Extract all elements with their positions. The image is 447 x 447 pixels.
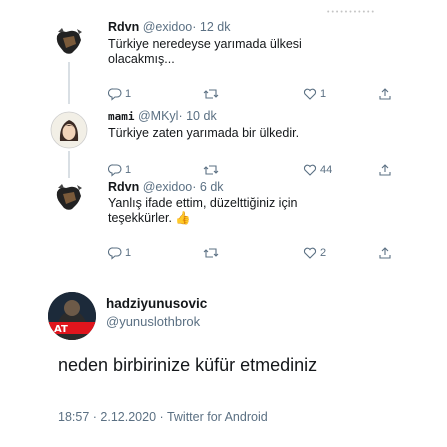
like-button[interactable]: 2 (303, 246, 326, 260)
tweet-time[interactable]: 12 dk (200, 20, 231, 34)
author-handle[interactable]: @exidoo (143, 180, 193, 194)
author-name[interactable]: mami (108, 110, 135, 123)
like-button[interactable]: 1 (303, 87, 326, 101)
tweet-text: Yanlış ifade ettim, düzelttiğiniz için t… (108, 196, 298, 225)
share-icon (379, 164, 391, 176)
tweet-actions: 1 2 (108, 246, 398, 264)
avatar[interactable] (50, 178, 88, 216)
main-tweet-text: neden birbirinize küfür etmediniz (58, 355, 318, 375)
like-button[interactable]: 44 (303, 163, 332, 177)
author-handle[interactable]: @MKyl (138, 109, 178, 123)
avatar[interactable] (50, 111, 88, 149)
author-name[interactable]: Rdvn (108, 20, 139, 34)
main-tweet-author: AT hadziyunusovic @yunuslothbrok (48, 292, 408, 340)
avatar[interactable]: AT (48, 292, 96, 340)
retweet-button[interactable] (203, 87, 222, 101)
share-button[interactable] (378, 87, 392, 101)
thread-line (68, 62, 70, 104)
tweet-header: mami @MKyl· 10 dk (108, 109, 217, 123)
like-count: 44 (320, 164, 333, 176)
retweet-icon (203, 248, 219, 258)
reply-tweet[interactable]: Rdvn @exidoo· 12 dk Türkiye neredeyse ya… (48, 12, 428, 104)
tweet-timestamp: 18:57 · 2.12.2020 · Twitter for Android (58, 410, 268, 424)
reply-button[interactable]: 1 (108, 87, 131, 101)
tweet-header: Rdvn @exidoo· 12 dk (108, 20, 231, 34)
reply-count: 1 (125, 88, 132, 100)
author-name[interactable]: hadziyunusovic (106, 296, 207, 311)
tweet-text: Türkiye zaten yarımada bir ülkedir. (108, 126, 300, 140)
tweet-header: Rdvn @exidoo· 6 dk (108, 180, 224, 194)
like-count: 2 (320, 247, 327, 259)
tweet-text: Türkiye neredeyse yarımada ülkesi olacak… (108, 37, 302, 66)
author-handle[interactable]: @exidoo (143, 20, 193, 34)
reply-thread: Rdvn @exidoo· 12 dk Türkiye neredeyse ya… (48, 12, 428, 300)
heart-icon (303, 247, 317, 259)
heart-icon (303, 88, 317, 100)
like-count: 1 (320, 88, 327, 100)
heart-icon (303, 164, 317, 176)
share-button[interactable] (378, 163, 392, 177)
tweet-time[interactable]: 18:57 (58, 410, 89, 424)
tweet-time[interactable]: 10 dk (186, 109, 217, 123)
retweet-button[interactable] (203, 163, 222, 177)
retweet-button[interactable] (203, 246, 222, 260)
author-handle[interactable]: @yunuslothbrok (106, 314, 200, 329)
share-icon (379, 247, 391, 259)
svg-text:AT: AT (54, 324, 68, 335)
reply-icon (108, 164, 122, 177)
reply-count: 1 (125, 247, 132, 259)
reply-icon (108, 247, 122, 260)
reply-count: 1 (125, 164, 132, 176)
share-button[interactable] (378, 246, 392, 260)
reply-button[interactable]: 1 (108, 246, 131, 260)
tweet-actions: 1 44 (108, 163, 398, 181)
reply-icon (108, 88, 122, 101)
author-name[interactable]: Rdvn (108, 180, 139, 194)
reply-button[interactable]: 1 (108, 163, 131, 177)
reply-tweet[interactable]: mami @MKyl· 10 dk Türkiye zaten yarımada… (48, 101, 428, 193)
retweet-icon (203, 89, 219, 99)
avatar[interactable] (50, 22, 88, 60)
share-icon (379, 88, 391, 100)
tweet-date[interactable]: 2.12.2020 (100, 410, 156, 424)
retweet-icon (203, 165, 219, 175)
tweet-source[interactable]: Twitter for Android (167, 410, 268, 424)
tweet-time[interactable]: 6 dk (200, 180, 224, 194)
reply-tweet[interactable]: Rdvn @exidoo· 6 dk Yanlış ifade ettim, d… (48, 178, 428, 300)
